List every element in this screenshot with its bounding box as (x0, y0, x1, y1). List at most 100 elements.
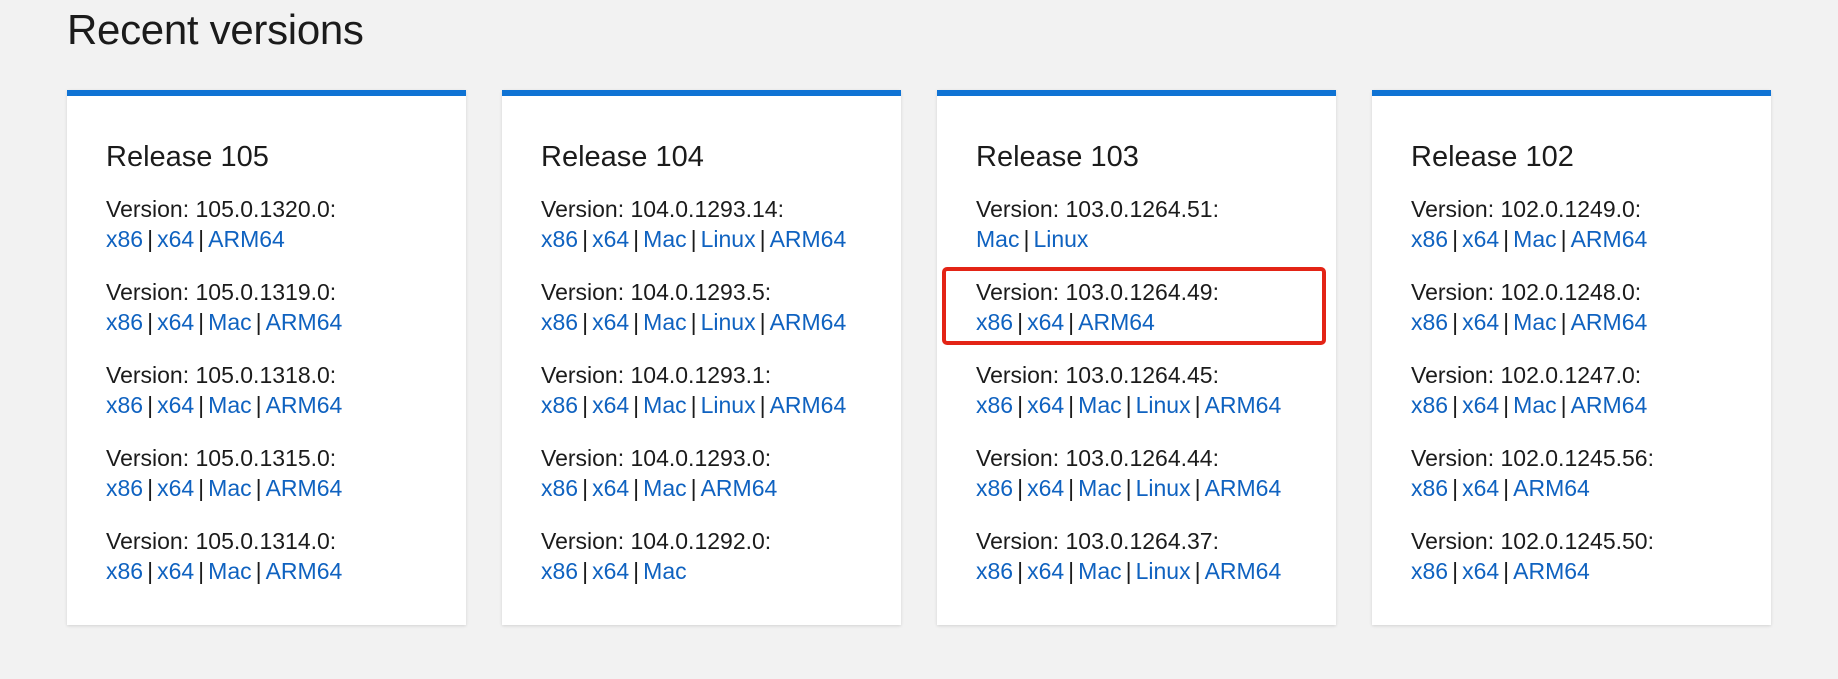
link-separator: | (633, 475, 640, 501)
download-link-arm64[interactable]: ARM64 (770, 226, 847, 252)
download-link-x64[interactable]: x64 (1027, 392, 1064, 418)
release-card: Release 102 Version: 102.0.1249.0: x86 | x6… (1372, 90, 1771, 625)
download-link-linux[interactable]: Linux (1136, 392, 1191, 418)
download-link-x86[interactable]: x86 (541, 392, 578, 418)
download-link-x64[interactable]: x64 (1462, 475, 1499, 501)
download-link-x64[interactable]: x64 (1027, 475, 1064, 501)
download-link-x86[interactable]: x86 (976, 475, 1013, 501)
link-separator: | (690, 475, 697, 501)
download-link-x86[interactable]: x86 (106, 475, 143, 501)
download-link-arm64[interactable]: ARM64 (266, 475, 343, 501)
download-link-mac[interactable]: Mac (208, 558, 251, 584)
link-separator: | (582, 392, 589, 418)
download-link-mac[interactable]: Mac (643, 558, 686, 584)
download-link-arm64[interactable]: ARM64 (208, 226, 285, 252)
download-link-x86[interactable]: x86 (1411, 558, 1448, 584)
link-separator: | (1503, 475, 1510, 501)
download-link-x64[interactable]: x64 (1027, 558, 1064, 584)
download-link-x64[interactable]: x64 (157, 392, 194, 418)
download-link-arm64[interactable]: ARM64 (1571, 226, 1648, 252)
download-link-mac[interactable]: Mac (1513, 309, 1556, 335)
download-link-x64[interactable]: x64 (592, 309, 629, 335)
link-separator: | (633, 558, 640, 584)
download-link-arm64[interactable]: ARM64 (1205, 475, 1282, 501)
download-link-arm64[interactable]: ARM64 (266, 558, 343, 584)
download-link-x86[interactable]: x86 (976, 392, 1013, 418)
download-link-mac[interactable]: Mac (1078, 475, 1121, 501)
download-link-x64[interactable]: x64 (157, 226, 194, 252)
version-entry: Version: 105.0.1320.0: x86 | x64 | ARM64 (106, 194, 428, 254)
download-link-arm64[interactable]: ARM64 (1571, 392, 1648, 418)
download-link-x64[interactable]: x64 (592, 475, 629, 501)
download-link-x64[interactable]: x64 (1027, 309, 1064, 335)
download-link-arm64[interactable]: ARM64 (266, 392, 343, 418)
download-link-x86[interactable]: x86 (1411, 392, 1448, 418)
link-separator: | (1017, 558, 1024, 584)
download-link-x64[interactable]: x64 (592, 558, 629, 584)
download-link-x86[interactable]: x86 (541, 558, 578, 584)
download-link-x86[interactable]: x86 (106, 558, 143, 584)
link-separator: | (690, 392, 697, 418)
download-link-mac[interactable]: Mac (643, 392, 686, 418)
download-link-x64[interactable]: x64 (1462, 558, 1499, 584)
download-link-x86[interactable]: x86 (976, 309, 1013, 335)
link-separator: | (633, 392, 640, 418)
download-link-x64[interactable]: x64 (157, 558, 194, 584)
download-link-linux[interactable]: Linux (1136, 475, 1191, 501)
version-label: Version: 102.0.1249.0: (1411, 196, 1642, 222)
download-link-x86[interactable]: x86 (976, 558, 1013, 584)
version-entry: Version: 104.0.1293.5: x86 | x64 | Mac | Linux… (541, 277, 863, 337)
download-link-x86[interactable]: x86 (541, 475, 578, 501)
download-link-mac[interactable]: Mac (1078, 558, 1121, 584)
download-link-arm64[interactable]: ARM64 (770, 309, 847, 335)
download-link-x86[interactable]: x86 (541, 309, 578, 335)
download-link-arm64[interactable]: ARM64 (266, 309, 343, 335)
download-link-arm64[interactable]: ARM64 (1571, 309, 1648, 335)
version-label: Version: 105.0.1318.0: (106, 362, 337, 388)
download-link-mac[interactable]: Mac (1513, 392, 1556, 418)
download-link-arm64[interactable]: ARM64 (770, 392, 847, 418)
download-link-x64[interactable]: x64 (592, 392, 629, 418)
download-link-x86[interactable]: x86 (106, 392, 143, 418)
download-link-linux[interactable]: Linux (701, 392, 756, 418)
download-link-mac[interactable]: Mac (1513, 226, 1556, 252)
version-label: Version: 102.0.1247.0: (1411, 362, 1642, 388)
download-link-x64[interactable]: x64 (592, 226, 629, 252)
download-link-x64[interactable]: x64 (1462, 309, 1499, 335)
download-link-x64[interactable]: x64 (1462, 392, 1499, 418)
link-separator: | (1452, 558, 1459, 584)
download-link-arm64[interactable]: ARM64 (1513, 475, 1590, 501)
download-link-x86[interactable]: x86 (1411, 475, 1448, 501)
download-link-arm64[interactable]: ARM64 (1205, 392, 1282, 418)
download-link-arm64[interactable]: ARM64 (1513, 558, 1590, 584)
download-link-arm64[interactable]: ARM64 (701, 475, 778, 501)
version-label: Version: 103.0.1264.45: (976, 362, 1219, 388)
link-separator: | (1068, 475, 1075, 501)
download-link-linux[interactable]: Linux (701, 309, 756, 335)
download-link-linux[interactable]: Linux (1136, 558, 1191, 584)
link-separator: | (1125, 558, 1132, 584)
download-link-linux[interactable]: Linux (701, 226, 756, 252)
download-link-mac[interactable]: Mac (976, 226, 1019, 252)
download-link-arm64[interactable]: ARM64 (1078, 309, 1155, 335)
download-link-mac[interactable]: Mac (643, 226, 686, 252)
download-link-x86[interactable]: x86 (106, 309, 143, 335)
download-link-mac[interactable]: Mac (1078, 392, 1121, 418)
download-link-mac[interactable]: Mac (208, 475, 251, 501)
download-link-x64[interactable]: x64 (1462, 226, 1499, 252)
download-link-mac[interactable]: Mac (208, 392, 251, 418)
version-label: Version: 105.0.1319.0: (106, 279, 337, 305)
download-link-x64[interactable]: x64 (157, 309, 194, 335)
download-link-linux[interactable]: Linux (1033, 226, 1088, 252)
download-link-mac[interactable]: Mac (643, 309, 686, 335)
download-link-x86[interactable]: x86 (106, 226, 143, 252)
version-label: Version: 104.0.1292.0: (541, 528, 772, 554)
download-link-mac[interactable]: Mac (643, 475, 686, 501)
download-link-mac[interactable]: Mac (208, 309, 251, 335)
download-link-x86[interactable]: x86 (1411, 226, 1448, 252)
download-link-x64[interactable]: x64 (157, 475, 194, 501)
download-link-x86[interactable]: x86 (541, 226, 578, 252)
download-link-arm64[interactable]: ARM64 (1205, 558, 1282, 584)
download-link-x86[interactable]: x86 (1411, 309, 1448, 335)
link-separator: | (759, 226, 766, 252)
